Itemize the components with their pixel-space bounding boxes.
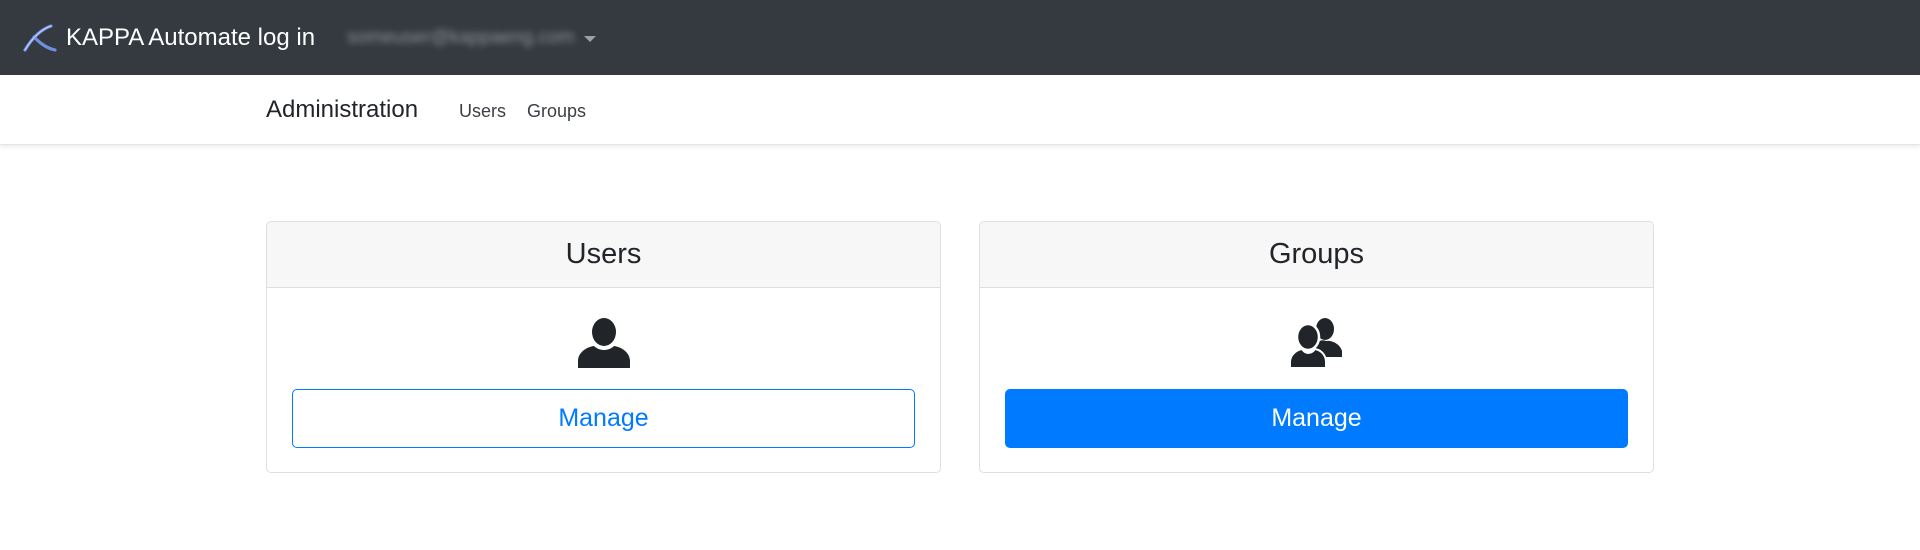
users-card: Users Manage: [266, 221, 941, 473]
manage-users-button[interactable]: Manage: [292, 389, 915, 448]
administration-title[interactable]: Administration: [266, 96, 418, 124]
groups-card-title: Groups: [1268, 238, 1365, 270]
nav-link-users[interactable]: Users: [459, 101, 506, 122]
top-navbar: KAPPA Automate log in someuser@kappaeng.…: [0, 0, 1920, 75]
brand-link[interactable]: KAPPA Automate log in: [22, 23, 315, 53]
admin-subnav: Administration Users Groups: [0, 75, 1920, 145]
groups-card: Groups Manage: [979, 221, 1654, 473]
users-card-title: Users: [565, 238, 642, 270]
user-email: someuser@kappaeng.com: [347, 26, 575, 48]
user-icon: [577, 317, 631, 369]
nav-link-groups[interactable]: Groups: [527, 101, 586, 122]
user-menu-dropdown[interactable]: someuser@kappaeng.com: [347, 26, 597, 49]
kappa-logo-icon: [22, 23, 58, 53]
caret-down-icon: [584, 35, 597, 42]
app-title: KAPPA Automate log in: [66, 23, 316, 51]
manage-groups-button[interactable]: Manage: [1005, 389, 1628, 448]
users-group-icon: [1288, 317, 1344, 369]
users-card-header: Users: [267, 222, 940, 288]
groups-card-header: Groups: [980, 222, 1653, 288]
